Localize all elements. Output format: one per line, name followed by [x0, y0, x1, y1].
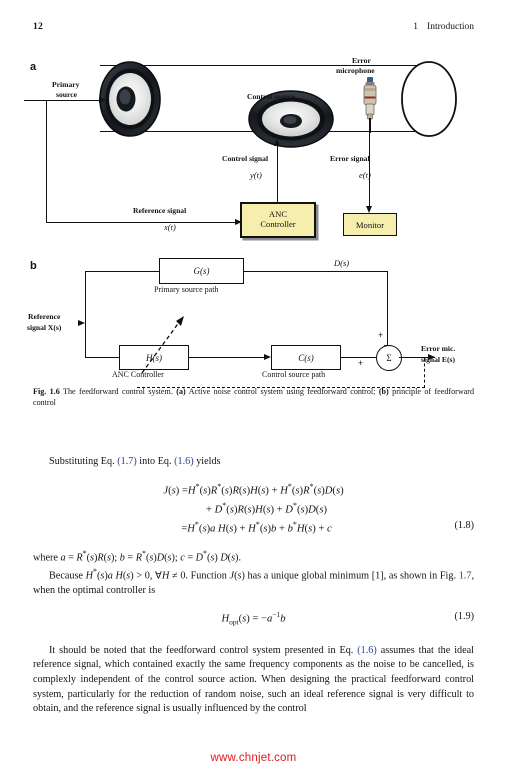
sum-symbol: Σ	[386, 353, 392, 363]
anc-controller-pointer-arrow	[141, 316, 184, 374]
anc-path-input-line	[85, 357, 120, 359]
reference-signal-variable: x(t)	[164, 222, 176, 232]
reference-signal-label: Reference signal	[133, 206, 187, 215]
sum-plus-top: +	[378, 330, 384, 340]
caption-bold-a: (a)	[176, 387, 186, 396]
figure-1-6: a Primary source Control source Error mi…	[0, 55, 507, 388]
error-microphone-label-line1: Error	[352, 56, 371, 65]
caption-bold-b: (b)	[378, 387, 389, 396]
panel-b-node-vertical-line	[85, 271, 87, 358]
control-source-path-tf: C(s)	[298, 352, 314, 363]
error-microphone-label-line2: microphone	[336, 66, 375, 75]
control-source-path-label: Control source path	[262, 370, 326, 379]
caption-figure-number: Fig. 1.6	[33, 387, 60, 396]
control-signal-arrowhead	[273, 139, 280, 146]
primary-source-label-line2: source	[56, 90, 77, 99]
anc-to-control-arrowhead	[264, 353, 271, 360]
control-source-path-box[interactable]: C(s)	[271, 345, 341, 370]
chapter-number: 1	[413, 22, 419, 32]
equation-1-9: Hopt(s) = −a−1b (1.9)	[33, 610, 474, 634]
paragraph-because: Because H*(s)a H(s) > 0, ∀H ≠ 0. Functio…	[33, 566, 474, 596]
duct-open-end	[401, 61, 457, 137]
intro-pre: Substituting Eq.	[49, 456, 118, 467]
reference-tap-vertical-line	[46, 100, 48, 223]
panel-a-letter: a	[30, 61, 37, 73]
chapter-title: Introduction	[427, 22, 474, 32]
anc-to-control-path-line	[188, 357, 266, 359]
document-page: 12 1 Introduction a Primary source Contr…	[0, 0, 507, 770]
primary-source-path-box[interactable]: G(s)	[159, 258, 244, 284]
eq-ref-1-7[interactable]: (1.7)	[117, 456, 137, 467]
primary-source-path-tf: G(s)	[193, 266, 210, 276]
disturbance-label: D(s)	[334, 258, 350, 268]
panel-b-reference-label-line2: signal X(s)	[27, 323, 62, 332]
intro-mid: into Eq.	[136, 456, 175, 467]
primary-source-speaker-icon	[99, 61, 161, 137]
control-signal-variable: y(t)	[250, 170, 262, 180]
watermark: www.chnjet.com	[210, 752, 297, 764]
equation-1-9-number: (1.9)	[454, 610, 474, 622]
control-signal-line	[277, 145, 279, 203]
control-signal-label: Control signal	[222, 154, 269, 163]
primary-source-path-label: Primary source path	[154, 285, 219, 294]
eq-ref-1-6a[interactable]: (1.6)	[174, 456, 194, 467]
disturbance-line-horizontal	[243, 271, 388, 273]
anc-controller-label-line2: Controller	[260, 219, 296, 229]
panel-b-reference-arrowhead	[78, 320, 85, 326]
primary-source-input-line	[24, 100, 102, 102]
error-mic-label-line2: signal E(s)	[421, 355, 455, 364]
primary-source-label-line1: Primary	[52, 80, 80, 89]
error-signal-variable: e(t)	[359, 170, 371, 180]
equation-1-9-subscript: opt	[229, 617, 239, 627]
paragraph-final: It should be noted that the feedforward …	[33, 644, 474, 717]
sum-plus-left: +	[358, 358, 364, 368]
monitor-label: Monitor	[355, 219, 385, 230]
anc-controller-box[interactable]: ANC Controller	[240, 202, 316, 238]
reference-signal-line	[46, 222, 238, 224]
paragraph-where: where a = R*(s)R(s); b = R*(s)D(s); c = …	[33, 548, 241, 564]
running-head: 12 1 Introduction	[33, 22, 474, 36]
fig-ref-1-7[interactable]: 1.7	[459, 570, 472, 581]
error-signal-arrowhead	[365, 206, 372, 213]
panel-b-letter: b	[30, 260, 37, 272]
primary-path-input-line	[85, 271, 160, 273]
disturbance-line-vertical	[387, 271, 389, 347]
equation-1-8: J(s) =H*(s)R*(s)R(s)H(s) + H*(s)R*(s)D(s…	[33, 481, 474, 539]
error-signal-label: Error signal	[330, 154, 370, 163]
eq-ref-1-6b[interactable]: (1.6)	[357, 645, 377, 656]
primary-source-input-arrowhead	[99, 96, 106, 103]
equation-1-9-expression: Hopt(s) = −a−1b (1.9)	[221, 609, 474, 627]
error-mic-label-line1: Error mic.	[421, 344, 456, 353]
monitor-box[interactable]: Monitor	[343, 213, 397, 236]
control-source-label: Control source	[247, 92, 296, 101]
equation-1-8-number: (1.8)	[454, 519, 474, 531]
body-text: Substituting Eq. (1.7) into Eq. (1.6) yi…	[33, 455, 474, 717]
equation-1-8-line2: + D*(s)R(s)H(s) + D*(s)D(s)	[206, 500, 327, 516]
intro-post: yields	[193, 456, 221, 467]
feedback-dashed-vertical-right	[424, 358, 425, 388]
figure-caption: Fig. 1.6 The feedforward control system.…	[33, 386, 474, 408]
equation-1-8-line3: =H*(s)a H(s) + H*(s)b + b*H(s) + c (1.8)	[181, 519, 474, 535]
caption-text-1: The feedforward control system.	[59, 387, 177, 396]
chapter-heading: 1 Introduction	[413, 22, 474, 32]
paragraph-substituting: Substituting Eq. (1.7) into Eq. (1.6) yi…	[33, 455, 474, 470]
page-number: 12	[33, 22, 43, 32]
panel-b-reference-label-line1: Reference	[28, 312, 61, 321]
caption-text-2: Active noise control system using feedfo…	[185, 387, 379, 396]
equation-1-8-line1: J(s) =H*(s)R*(s)R(s)H(s) + H*(s)R*(s)D(s…	[163, 481, 344, 497]
final-pre: It should be noted that the feedforward …	[49, 644, 358, 656]
